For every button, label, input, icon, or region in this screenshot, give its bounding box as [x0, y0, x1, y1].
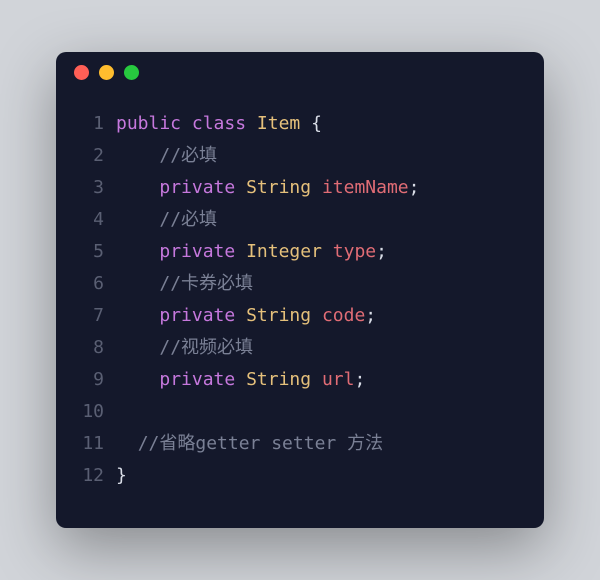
- token-pl: [116, 209, 159, 230]
- token-kw: public: [116, 113, 181, 134]
- token-pl: [181, 113, 192, 134]
- code-line: 1 public class Item {: [74, 108, 526, 140]
- token-pl: ;: [409, 177, 420, 198]
- line-number: 10: [74, 396, 104, 428]
- code-line: 6 //卡券必填: [74, 268, 526, 300]
- token-pl: [235, 305, 246, 326]
- code-line: 7 private String code;: [74, 300, 526, 332]
- code-line: 10: [74, 396, 526, 428]
- token-pl: [116, 273, 159, 294]
- close-icon[interactable]: [74, 65, 89, 80]
- token-cls: Item: [257, 113, 300, 134]
- token-cm: //省略getter setter 方法: [138, 433, 383, 454]
- token-id: type: [333, 241, 376, 262]
- token-pl: [116, 241, 159, 262]
- token-kw: private: [159, 369, 235, 390]
- token-kw: private: [159, 305, 235, 326]
- line-content: private String itemName;: [116, 172, 419, 204]
- token-ty: String: [246, 369, 311, 390]
- token-cm: //卡券必填: [159, 273, 253, 294]
- line-number: 1: [74, 108, 104, 140]
- token-pl: [116, 369, 159, 390]
- line-number: 7: [74, 300, 104, 332]
- token-ty: String: [246, 177, 311, 198]
- token-id: url: [322, 369, 355, 390]
- code-line: 12}: [74, 460, 526, 492]
- line-content: //卡券必填: [116, 268, 253, 300]
- line-number: 4: [74, 204, 104, 236]
- line-content: public class Item {: [116, 108, 322, 140]
- token-kw: private: [159, 241, 235, 262]
- token-pl: }: [116, 465, 127, 486]
- line-content: private Integer type;: [116, 236, 387, 268]
- minimize-icon[interactable]: [99, 65, 114, 80]
- token-pl: [235, 369, 246, 390]
- line-content: private String url;: [116, 364, 365, 396]
- line-number: 8: [74, 332, 104, 364]
- code-line: 8 //视频必填: [74, 332, 526, 364]
- line-number: 3: [74, 172, 104, 204]
- token-pl: [311, 369, 322, 390]
- token-ty: String: [246, 305, 311, 326]
- token-pl: [311, 177, 322, 198]
- window-titlebar: [56, 52, 544, 94]
- line-number: 5: [74, 236, 104, 268]
- token-pl: [116, 145, 159, 166]
- line-number: 9: [74, 364, 104, 396]
- token-pl: [235, 241, 246, 262]
- code-line: 9 private String url;: [74, 364, 526, 396]
- line-number: 2: [74, 140, 104, 172]
- code-line: 11 //省略getter setter 方法: [74, 428, 526, 460]
- token-pl: [116, 337, 159, 358]
- token-id: code: [322, 305, 365, 326]
- line-content: }: [116, 460, 127, 492]
- line-number: 11: [74, 428, 104, 460]
- token-pl: [311, 305, 322, 326]
- token-kw: private: [159, 177, 235, 198]
- token-pl: [116, 305, 159, 326]
- token-pl: [116, 177, 159, 198]
- line-content: //视频必填: [116, 332, 253, 364]
- code-editor: 1public class Item {2 //必填3 private Stri…: [56, 94, 544, 528]
- token-ty: Integer: [246, 241, 322, 262]
- line-number: 6: [74, 268, 104, 300]
- token-cm: //必填: [159, 145, 217, 166]
- line-content: //必填: [116, 204, 217, 236]
- code-line: 5 private Integer type;: [74, 236, 526, 268]
- line-number: 12: [74, 460, 104, 492]
- token-pl: ;: [365, 305, 376, 326]
- code-line: 3 private String itemName;: [74, 172, 526, 204]
- token-kw: class: [192, 113, 246, 134]
- token-pl: [246, 113, 257, 134]
- token-pl: [235, 177, 246, 198]
- token-pl: [116, 433, 138, 454]
- token-pl: ;: [354, 369, 365, 390]
- code-line: 2 //必填: [74, 140, 526, 172]
- token-pl: {: [300, 113, 322, 134]
- token-cm: //必填: [159, 209, 217, 230]
- token-cm: //视频必填: [159, 337, 253, 358]
- line-content: //必填: [116, 140, 217, 172]
- code-line: 4 //必填: [74, 204, 526, 236]
- line-content: private String code;: [116, 300, 376, 332]
- code-window: 1public class Item {2 //必填3 private Stri…: [56, 52, 544, 528]
- token-pl: ;: [376, 241, 387, 262]
- token-pl: [322, 241, 333, 262]
- line-content: //省略getter setter 方法: [116, 428, 383, 460]
- token-id: itemName: [322, 177, 409, 198]
- maximize-icon[interactable]: [124, 65, 139, 80]
